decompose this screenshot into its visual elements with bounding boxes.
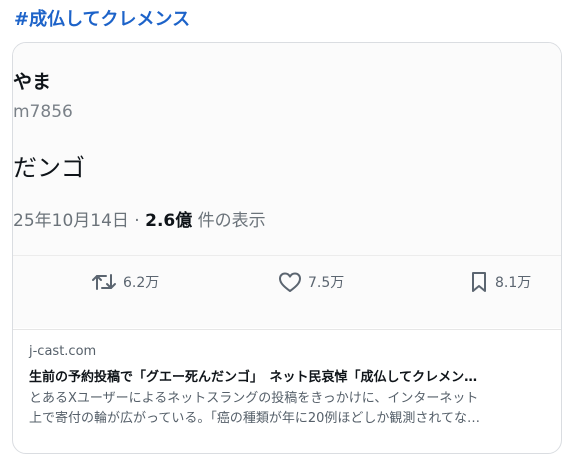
user-name: やま <box>13 71 52 93</box>
view-suffix: 件の表示 <box>192 211 266 231</box>
bookmark-icon <box>469 271 489 293</box>
post-text: だンゴ <box>13 154 85 182</box>
retweet-icon <box>91 271 117 293</box>
post-date: 25年10月14日 · <box>13 211 146 231</box>
post-meta: 25年10月14日 · 2.6億 件の表示 <box>13 206 266 231</box>
link-preview[interactable]: j-cast.com 生前の予約投稿で「グエー死んだンゴ」 ネット民哀悼「成仏し… <box>13 329 561 426</box>
view-count: 2.6億 <box>145 211 193 231</box>
bookmark-count: 8.1万 <box>495 275 532 291</box>
heart-icon <box>278 271 302 293</box>
article-headline[interactable]: 生前の予約投稿で「グエー死んだンゴ」 ネット民哀悼「成仏してクレメン… <box>29 366 547 385</box>
user-handle: m7856 <box>13 102 73 122</box>
source-domain: j-cast.com <box>29 344 97 359</box>
like-count: 7.5万 <box>308 275 345 291</box>
retweet-count: 6.2万 <box>123 275 160 291</box>
post-screenshot: やま m7856 だンゴ 25年10月14日 · 2.6億 件の表示 6.2万 <box>13 43 561 328</box>
article-description-line2: 上で寄付の輪が広がっている。「癌の種類が年に20例ほどしか観測されてな… <box>29 411 481 426</box>
like-button[interactable]: 7.5万 <box>278 271 344 293</box>
hashtag-link[interactable]: #成仏してクレメンス <box>14 5 190 31</box>
retweet-button[interactable]: 6.2万 <box>91 271 159 293</box>
divider <box>13 255 561 256</box>
embedded-post-card[interactable]: やま m7856 だンゴ 25年10月14日 · 2.6億 件の表示 6.2万 <box>12 42 562 454</box>
bookmark-button[interactable]: 8.1万 <box>469 271 531 293</box>
article-description-line1: とあるXユーザーによるネットスラングの投稿をきっかけに、インターネット <box>29 391 479 406</box>
